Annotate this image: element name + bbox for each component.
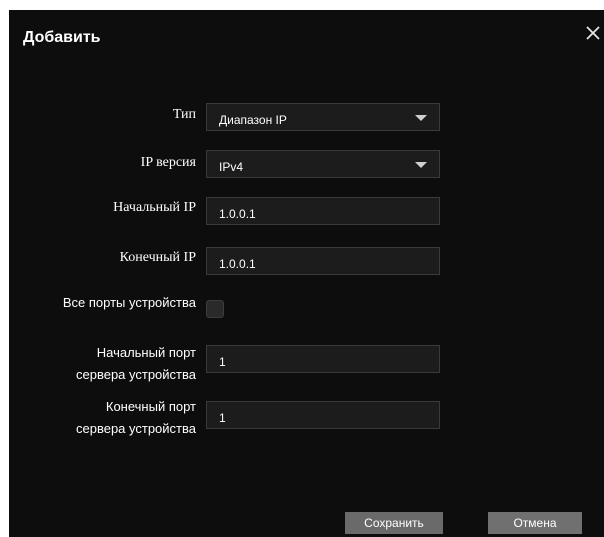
start-port-label-line1: Начальный порт [96, 345, 196, 360]
chevron-down-icon [415, 162, 427, 168]
ip-version-label: IP версия [140, 155, 196, 170]
chevron-down-icon [415, 115, 427, 121]
start-ip-input[interactable]: 1.0.0.1 [206, 197, 440, 225]
end-ip-label: Конечный IP [119, 250, 196, 265]
close-icon[interactable] [582, 22, 604, 44]
start-port-label-line2: сервера устройства [76, 367, 196, 382]
start-ip-label: Начальный IP [113, 200, 196, 215]
type-select-value: Диапазон IP [219, 113, 287, 127]
add-dialog: Добавить Тип Диапазон IP IP версия IPv4 … [9, 10, 604, 537]
end-port-label-line1: Конечный порт [105, 399, 196, 414]
save-button[interactable]: Сохранить [345, 512, 443, 534]
end-port-input[interactable]: 1 [206, 401, 440, 429]
type-label: Тип [172, 107, 196, 122]
ip-version-select[interactable]: IPv4 [206, 150, 440, 178]
ip-version-select-value: IPv4 [219, 160, 244, 174]
all-ports-label: Все порты устройства [62, 295, 196, 310]
cancel-button[interactable]: Отмена [488, 512, 582, 534]
end-ip-input[interactable]: 1.0.0.1 [206, 247, 440, 275]
dialog-title: Добавить [23, 29, 101, 46]
type-select[interactable]: Диапазон IP [206, 103, 440, 131]
all-ports-checkbox[interactable] [206, 300, 224, 318]
start-port-input[interactable]: 1 [206, 345, 440, 373]
end-port-label-line2: сервера устройства [76, 421, 196, 436]
